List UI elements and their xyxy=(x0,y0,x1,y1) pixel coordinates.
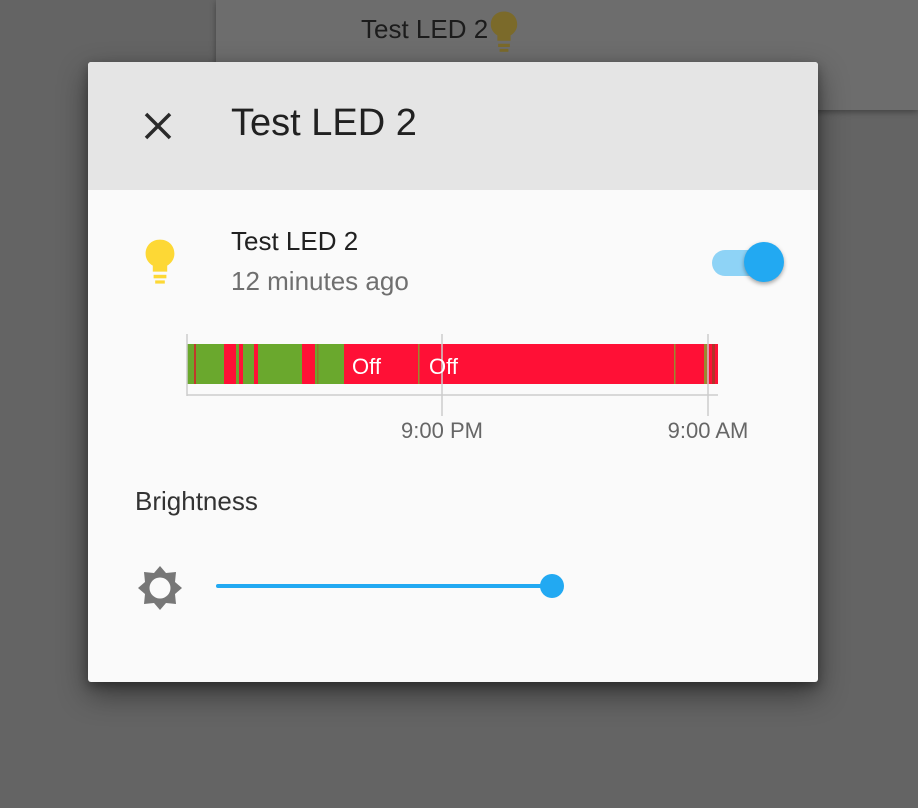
entity-toggle[interactable] xyxy=(710,240,786,284)
history-timeline: Off Off 9:00 PM 9:00 AM xyxy=(186,332,786,452)
tick-label: 9:00 PM xyxy=(401,418,483,443)
dialog-title: Test LED 2 xyxy=(231,102,417,144)
timeline-marker xyxy=(194,344,196,384)
timeline-marker xyxy=(418,344,420,384)
slider-track[interactable] xyxy=(216,584,552,588)
toggle-thumb xyxy=(744,242,784,282)
brightness-label: Brightness xyxy=(135,486,258,516)
more-info-dialog: Test LED 2 Test LED 2 12 minutes ago Off… xyxy=(88,62,818,682)
lightbulb-icon xyxy=(490,11,518,52)
timeline-segment-off[interactable] xyxy=(302,344,315,384)
timeline-segment-off[interactable] xyxy=(344,344,718,384)
close-button[interactable] xyxy=(136,104,180,148)
brightness-icon xyxy=(138,566,182,610)
close-icon xyxy=(144,112,172,140)
segment-label: Off xyxy=(429,354,459,379)
brightness-slider[interactable] xyxy=(212,570,572,602)
timeline-marker xyxy=(704,344,707,384)
segment-label: Off xyxy=(352,354,382,379)
timeline-marker xyxy=(317,344,319,384)
entity-last-changed: 12 minutes ago xyxy=(231,266,409,296)
lightbulb-icon xyxy=(145,239,175,284)
background-entity-title: Test LED 2 xyxy=(361,14,489,44)
timeline-marker xyxy=(712,344,715,384)
timeline-chart: Off Off 9:00 PM 9:00 AM xyxy=(186,334,749,443)
timeline-segment-off[interactable] xyxy=(239,344,243,384)
slider-thumb[interactable] xyxy=(540,574,564,598)
timeline-segment-off[interactable] xyxy=(224,344,236,384)
dialog-header: Test LED 2 xyxy=(88,62,818,190)
timeline-marker xyxy=(674,344,676,384)
entity-name[interactable]: Test LED 2 xyxy=(231,226,358,257)
tick-label: 9:00 AM xyxy=(668,418,749,443)
timeline-segment-off[interactable] xyxy=(254,344,258,384)
